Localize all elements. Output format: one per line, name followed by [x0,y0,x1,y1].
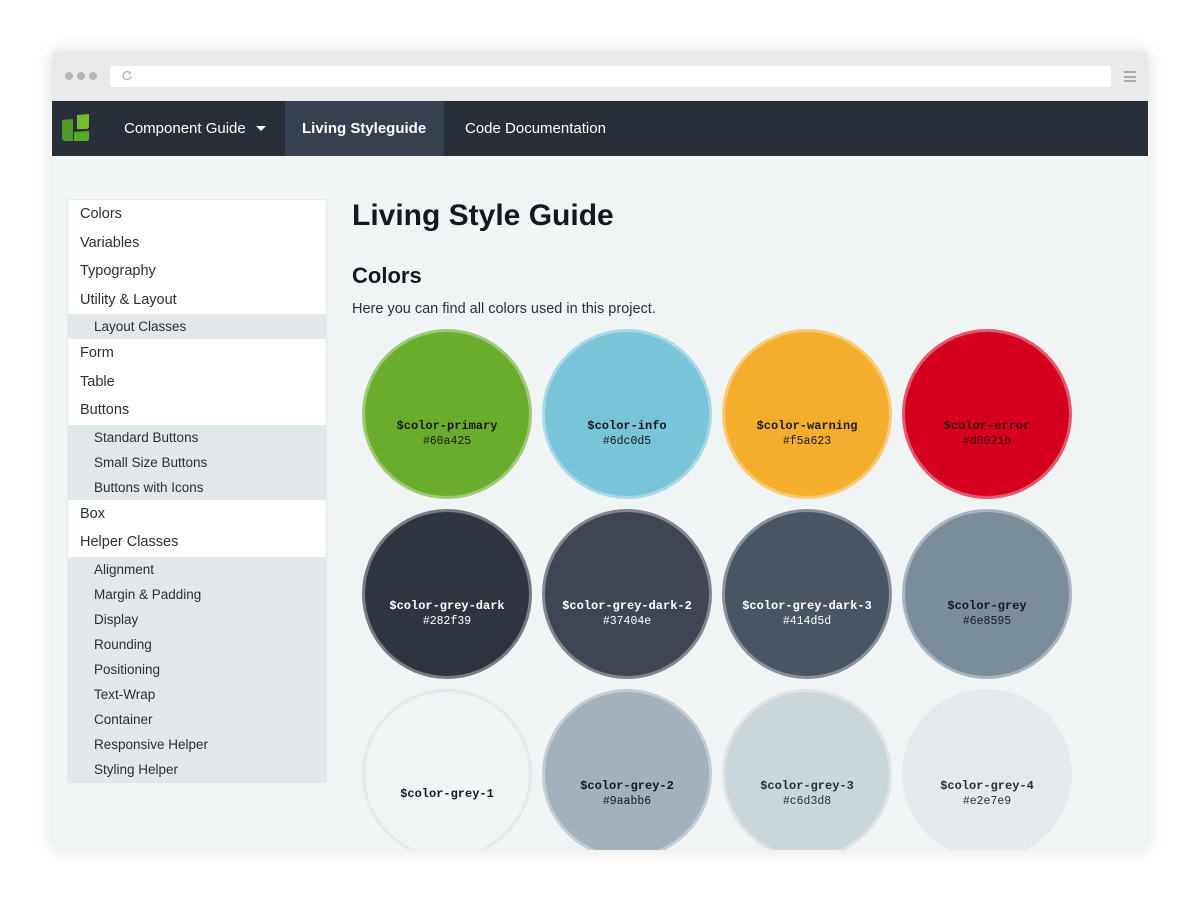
window-dot-icon[interactable] [65,72,73,80]
sidebar-subitem-alignment[interactable]: Alignment [68,557,326,582]
window-dot-icon[interactable] [77,72,85,80]
sidebar-item-utility-layout[interactable]: Utility & Layout [68,286,326,315]
sidebar-subitem-display[interactable]: Display [68,607,326,632]
color-swatch: $color-grey-dark-3 #414d5d [722,509,892,679]
sidebar-nav: Colors Variables Typography Utility & La… [67,199,327,783]
sidebar-subitem-positioning[interactable]: Positioning [68,657,326,682]
sidebar-subitem-buttons-with-icons[interactable]: Buttons with Icons [68,475,326,500]
swatch-name: $color-grey-dark [389,599,505,613]
reload-icon[interactable] [121,70,133,82]
browser-menu-icon[interactable] [1124,71,1136,82]
leaf-logo-icon[interactable] [60,112,92,144]
sidebar-subgroup-utility: Layout Classes [68,314,326,339]
caret-down-icon [255,125,266,131]
browser-window: Component Guide Living Styleguide Code D… [52,52,1148,850]
color-swatch: $color-grey-dark #282f39 [362,509,532,679]
swatch-hex: #6e8595 [962,615,1012,628]
nav-code-documentation[interactable]: Code Documentation [447,101,624,156]
sidebar-item-box[interactable]: Box [68,500,326,529]
sidebar-subitem-text-wrap[interactable]: Text-Wrap [68,682,326,707]
color-swatch: $color-grey #6e8595 [902,509,1072,679]
swatch-name: $color-info [587,419,667,433]
address-bar[interactable] [110,66,1111,87]
swatch-hex: #9aabb6 [602,795,652,808]
nav-label: Code Documentation [465,120,606,137]
swatch-hex: #d0021b [962,435,1012,448]
swatch-hex: #c6d3d8 [782,795,832,808]
swatch-hex: #37404e [602,615,652,628]
sidebar-subitem-responsive-helper[interactable]: Responsive Helper [68,732,326,757]
sidebar-item-typography[interactable]: Typography [68,257,326,286]
sidebar-subitem-layout-classes[interactable]: Layout Classes [68,314,326,339]
swatch-name: $color-grey-dark-3 [742,599,872,613]
color-swatch: $color-primary #60a425 [362,329,532,499]
swatch-hex: #414d5d [782,615,832,628]
nav-label: Living Styleguide [302,120,427,137]
swatch-name: $color-grey-1 [400,787,494,801]
color-swatch: $color-error #d0021b [902,329,1072,499]
nav-living-styleguide[interactable]: Living Styleguide [285,101,444,156]
sidebar-subitem-rounding[interactable]: Rounding [68,632,326,657]
top-navbar: Component Guide Living Styleguide Code D… [52,101,1148,156]
sidebar-subgroup-helper: Alignment Margin & Padding Display Round… [68,556,326,782]
sidebar-item-helper-classes[interactable]: Helper Classes [68,528,326,557]
sidebar-item-variables[interactable]: Variables [68,229,326,258]
section-title: Colors [352,263,422,288]
color-swatch: $color-grey-2 #9aabb6 [542,689,712,850]
nav-component-guide[interactable]: Component Guide [106,101,284,156]
swatch-name: $color-warning [756,419,858,433]
window-dot-icon[interactable] [89,72,97,80]
browser-chrome [52,52,1148,101]
sidebar-subitem-small-size-buttons[interactable]: Small Size Buttons [68,450,326,475]
swatch-name: $color-grey [947,599,1027,613]
swatch-hex: #60a425 [422,435,472,448]
swatch-hex: #e2e7e9 [962,795,1012,808]
sidebar-item-form[interactable]: Form [68,339,326,368]
swatch-name: $color-primary [396,419,498,433]
page-title: Living Style Guide [352,199,614,232]
sidebar-subitem-standard-buttons[interactable]: Standard Buttons [68,425,326,450]
swatch-name: $color-grey-4 [940,779,1034,793]
color-swatch: $color-warning #f5a623 [722,329,892,499]
swatch-hex: #6dc0d5 [602,435,652,448]
swatch-name: $color-grey-3 [760,779,854,793]
color-swatch: $color-grey-dark-2 #37404e [542,509,712,679]
color-swatch: $color-grey-3 #c6d3d8 [722,689,892,850]
sidebar-item-table[interactable]: Table [68,368,326,397]
swatch-hex: #282f39 [422,615,472,628]
color-swatch: $color-info #6dc0d5 [542,329,712,499]
swatch-hex: #f5a623 [782,435,832,448]
window-controls[interactable] [65,72,97,80]
sidebar-subgroup-buttons: Standard Buttons Small Size Buttons Butt… [68,424,326,500]
nav-label: Component Guide [124,120,246,137]
sidebar-subitem-styling-helper[interactable]: Styling Helper [68,757,326,782]
sidebar-item-buttons[interactable]: Buttons [68,396,326,425]
sidebar-item-colors[interactable]: Colors [68,200,326,229]
swatch-name: $color-error [943,419,1031,433]
sidebar-subitem-margin-padding[interactable]: Margin & Padding [68,582,326,607]
swatch-name: $color-grey-dark-2 [562,599,692,613]
section-description: Here you can find all colors used in thi… [352,301,656,317]
color-swatch: $color-grey-1 [362,689,532,850]
sidebar-subitem-container[interactable]: Container [68,707,326,732]
swatch-name: $color-grey-2 [580,779,674,793]
color-swatch: $color-grey-4 #e2e7e9 [902,689,1072,850]
